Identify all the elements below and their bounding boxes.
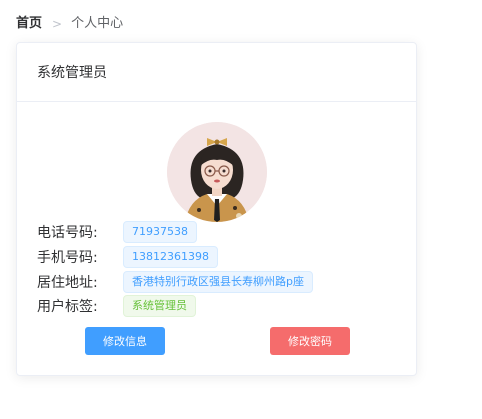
address-label: 居住地址: <box>37 275 98 291</box>
info-row-phone: 电话号码: 71937538 <box>37 221 197 243</box>
phone-tag: 71937538 <box>123 221 197 243</box>
mobile-label: 手机号码: <box>37 250 98 266</box>
address-tag: 香港特别行政区强县长寿柳州路p座 <box>123 271 313 293</box>
breadcrumb-home[interactable]: 首页 <box>16 15 42 33</box>
breadcrumb-current: 个人中心 <box>71 16 124 31</box>
info-row-address: 居住地址: 香港特别行政区强县长寿柳州路p座 <box>37 271 313 293</box>
card-header: 系统管理员 <box>17 43 416 102</box>
change-password-button[interactable]: 修改密码 <box>270 327 350 355</box>
user-avatar-icon <box>167 122 267 222</box>
breadcrumb-separator-icon: > <box>52 17 63 31</box>
user-role-tag: 系统管理员 <box>123 295 196 317</box>
phone-label: 电话号码: <box>37 225 98 241</box>
breadcrumb: 首页 > 个人中心 <box>16 15 123 33</box>
user-tag-label: 用户标签: <box>37 299 98 315</box>
card-title: 系统管理员 <box>37 65 107 81</box>
info-row-user-tag: 用户标签: 系统管理员 <box>37 295 196 317</box>
edit-info-button[interactable]: 修改信息 <box>85 327 165 355</box>
info-row-mobile: 手机号码: 13812361398 <box>37 246 218 268</box>
mobile-tag: 13812361398 <box>123 246 218 268</box>
profile-card: 系统管理员 电话号码: 71937538 手机号码: 13812361398 居… <box>16 42 417 376</box>
